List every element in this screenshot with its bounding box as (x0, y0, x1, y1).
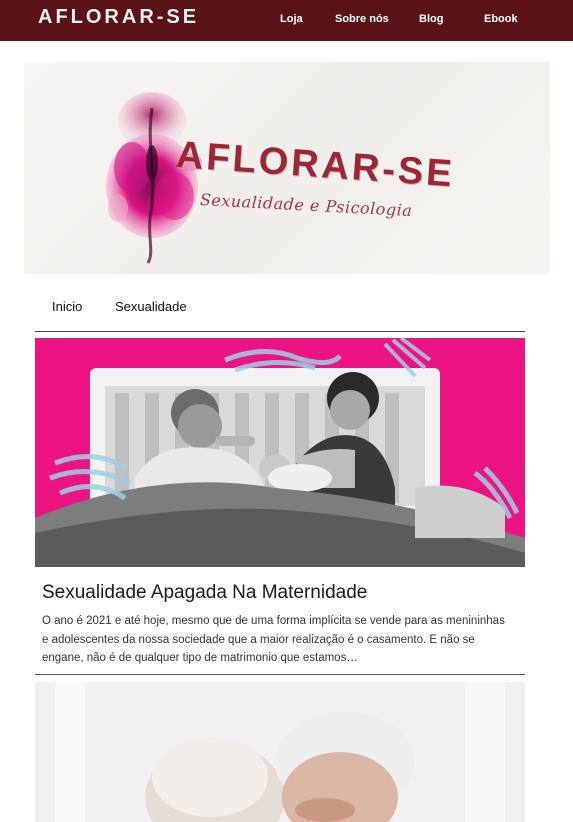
category-link-sexualidade[interactable]: Sexualidade (115, 299, 187, 314)
top-navbar: AFLORAR-SE Loja Sobre nós Blog Ebook (0, 0, 573, 41)
article-excerpt: O ano é 2021 e até hoje, mesmo que de um… (42, 615, 505, 664)
hero-banner: AFLORAR-SE Sexualidade e Psicologia (24, 62, 550, 274)
nav-link-loja[interactable]: Loja (280, 13, 303, 25)
category-link-inicio[interactable]: Inicio (52, 299, 82, 314)
couple-with-baby-illustration (35, 338, 525, 567)
second-article-image[interactable] (35, 682, 525, 822)
nav-link-ebook[interactable]: Ebook (484, 13, 518, 25)
elderly-couple-photo (35, 682, 525, 822)
nav-link-sobre-nos[interactable]: Sobre nós (335, 13, 389, 25)
article-featured-image[interactable] (35, 338, 525, 567)
category-nav: Inicio Sexualidade (35, 290, 525, 332)
banner-subtitle: Sexualidade e Psicologia (199, 190, 413, 221)
article-title[interactable]: Sexualidade Apagada Na Maternidade (42, 582, 367, 604)
article-divider (35, 674, 525, 675)
nav-link-blog[interactable]: Blog (419, 13, 443, 25)
brand-logo-text[interactable]: AFLORAR-SE (38, 6, 199, 29)
